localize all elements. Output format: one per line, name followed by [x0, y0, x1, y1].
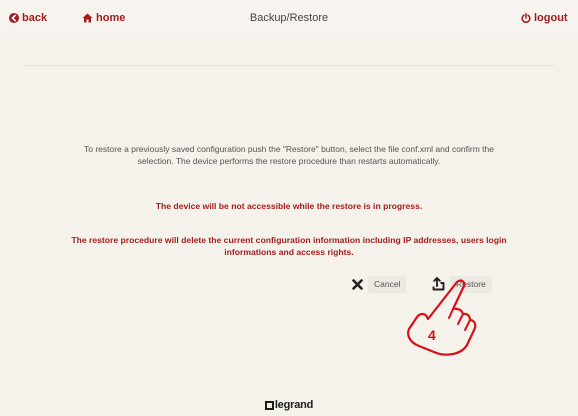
header-divider: [24, 65, 554, 66]
top-bar: back home Backup/Restore logout: [0, 0, 578, 38]
logo-mark: [264, 400, 274, 410]
power-icon: [521, 13, 531, 23]
legrand-logo: legrand: [0, 399, 578, 411]
logout-link[interactable]: logout: [521, 12, 568, 24]
logout-label: logout: [534, 12, 568, 24]
x-icon: [352, 278, 363, 290]
pointing-hand-icon: 4: [397, 278, 483, 363]
data-loss-warning: The restore procedure will delete the cu…: [71, 235, 507, 257]
restore-instructions: To restore a previously saved configurat…: [83, 144, 494, 166]
page-title: Backup/Restore: [249, 12, 329, 24]
step-number: 4: [428, 327, 436, 343]
access-warning: The device will be not accessible while …: [155, 201, 423, 211]
brand-name: legrand: [274, 399, 314, 411]
